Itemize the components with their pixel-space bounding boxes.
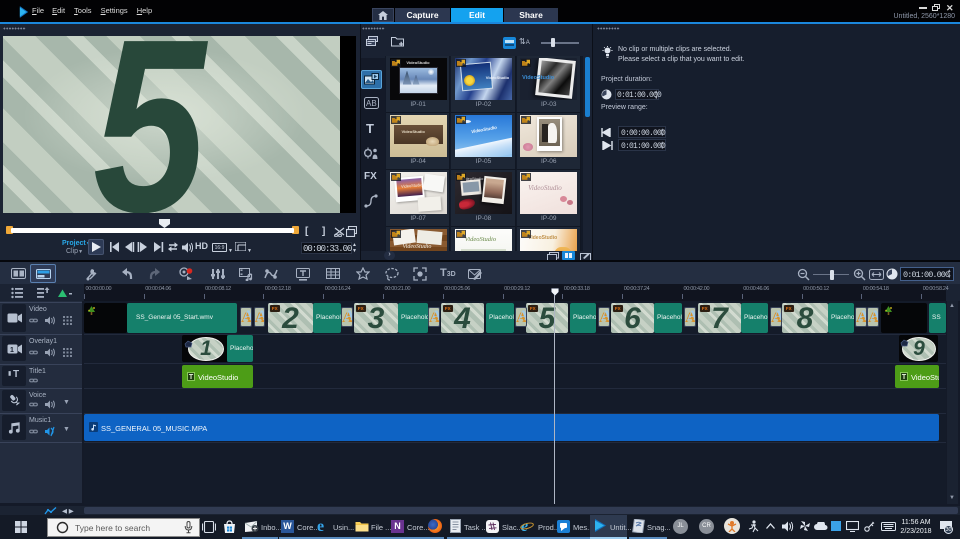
svg-text:AB: AB <box>366 99 377 108</box>
svg-text:1: 1 <box>10 347 14 354</box>
